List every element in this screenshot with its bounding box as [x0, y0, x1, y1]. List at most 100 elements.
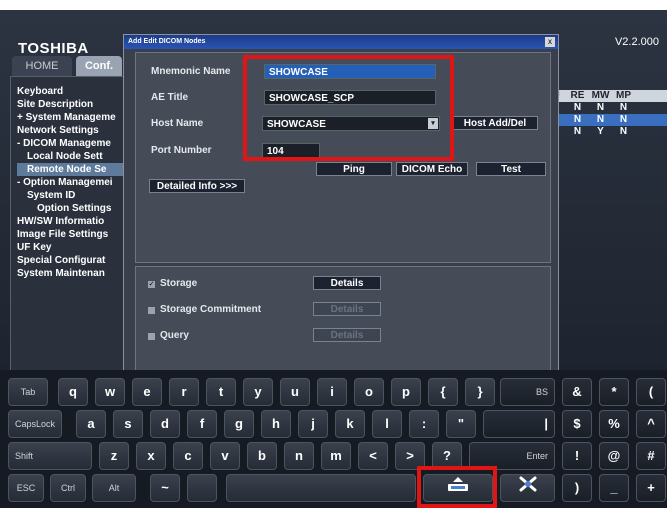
highlight-box — [417, 466, 497, 508]
key-hash[interactable]: # — [636, 442, 666, 470]
tree-item[interactable]: Site Description — [17, 98, 131, 111]
key-u[interactable]: u — [280, 378, 310, 406]
tree-item[interactable]: Image File Settings — [17, 228, 131, 241]
key-right-brace[interactable]: } — [465, 378, 495, 406]
host-add-del-button[interactable]: Host Add/Del — [452, 116, 538, 130]
key-g[interactable]: g — [224, 410, 254, 438]
key-s[interactable]: s — [113, 410, 143, 438]
tree-item[interactable]: Network Settings — [17, 124, 131, 137]
tab-conf[interactable]: Conf. — [76, 56, 122, 76]
key-x[interactable]: x — [136, 442, 166, 470]
tab-home[interactable]: HOME — [12, 56, 72, 76]
key-blank[interactable] — [187, 474, 217, 502]
key-at[interactable]: @ — [599, 442, 629, 470]
key-tab[interactable]: Tab — [8, 378, 48, 406]
tree-item[interactable]: Option Settings — [17, 202, 131, 215]
key-e[interactable]: e — [132, 378, 162, 406]
tree-item[interactable]: HW/SW Informatio — [17, 215, 131, 228]
tree-item[interactable]: - DICOM Manageme — [17, 137, 131, 150]
key-j[interactable]: j — [298, 410, 328, 438]
key-caret[interactable]: ^ — [636, 410, 666, 438]
key-q[interactable]: q — [58, 378, 88, 406]
key-plus[interactable]: + — [636, 474, 666, 502]
key-k[interactable]: k — [335, 410, 365, 438]
ping-button[interactable]: Ping — [316, 162, 392, 176]
key-f[interactable]: f — [187, 410, 217, 438]
key-close-keyboard[interactable] — [500, 474, 555, 502]
key-ctrl[interactable]: Ctrl — [50, 474, 86, 502]
key-exclamation[interactable]: ! — [562, 442, 592, 470]
key-dollar[interactable]: $ — [562, 410, 592, 438]
key-asterisk[interactable]: * — [599, 378, 629, 406]
tree-item[interactable]: System ID — [17, 189, 131, 202]
key-shift[interactable]: Shift — [8, 442, 92, 470]
key-tilde[interactable]: ~ — [150, 474, 180, 502]
tree-item[interactable]: System Maintenan — [17, 267, 131, 280]
key-right-paren[interactable]: ) — [562, 474, 592, 502]
key-backspace[interactable]: BS — [500, 378, 555, 406]
key-t[interactable]: t — [206, 378, 236, 406]
key-h[interactable]: h — [261, 410, 291, 438]
key-d[interactable]: d — [150, 410, 180, 438]
column-header: MW — [591, 90, 610, 101]
table-row-selected[interactable]: N N N — [548, 114, 667, 126]
tree-item[interactable]: Special Configurat — [17, 254, 131, 267]
query-checkbox[interactable] — [148, 333, 155, 340]
storage-label: Storage — [160, 278, 198, 289]
key-a[interactable]: a — [76, 410, 106, 438]
key-p[interactable]: p — [391, 378, 421, 406]
mnemonic-label: Mnemonic Name — [151, 66, 231, 77]
storage-checkbox[interactable]: ✓ — [148, 281, 155, 288]
key-alt[interactable]: Alt — [92, 474, 136, 502]
key-b[interactable]: b — [247, 442, 277, 470]
key-colon[interactable]: : — [409, 410, 439, 438]
key-z[interactable]: z — [99, 442, 129, 470]
key-r[interactable]: r — [169, 378, 199, 406]
tree-item[interactable]: Local Node Sett — [17, 150, 131, 163]
key-capslock[interactable]: CapsLock — [8, 410, 62, 438]
key-left-paren[interactable]: ( — [636, 378, 666, 406]
key-c[interactable]: c — [173, 442, 203, 470]
close-icon[interactable]: x — [545, 37, 555, 47]
storage-commitment-details-button[interactable]: Details — [313, 302, 381, 316]
query-details-button[interactable]: Details — [313, 328, 381, 342]
key-o[interactable]: o — [354, 378, 384, 406]
tree-item[interactable]: + System Manageme — [17, 111, 131, 124]
tree-item[interactable]: UF Key — [17, 241, 131, 254]
test-button[interactable]: Test — [476, 162, 546, 176]
key-m[interactable]: m — [321, 442, 351, 470]
tree-item[interactable]: Keyboard — [17, 85, 131, 98]
key-v[interactable]: v — [210, 442, 240, 470]
table-cell: N — [619, 102, 628, 113]
tree-item[interactable]: - Option Managemei — [17, 176, 131, 189]
dicom-echo-button[interactable]: DICOM Echo — [396, 162, 468, 176]
settings-tree-panel: Keyboard Site Description + System Managem… — [10, 76, 132, 372]
table-cell: Y — [597, 126, 604, 137]
key-i[interactable]: i — [317, 378, 347, 406]
version-label: V2.2.000 — [614, 36, 659, 48]
key-percent[interactable]: % — [599, 410, 629, 438]
storage-commitment-checkbox[interactable] — [148, 307, 155, 314]
key-n[interactable]: n — [284, 442, 314, 470]
close-keyboard-icon — [519, 476, 536, 492]
key-esc[interactable]: ESC — [8, 474, 44, 502]
key-pipe[interactable]: | — [483, 410, 555, 438]
top-strip — [0, 0, 667, 10]
key-space[interactable] — [226, 474, 416, 502]
key-left-brace[interactable]: { — [428, 378, 458, 406]
tree-item-selected[interactable]: Remote Node Se — [17, 163, 131, 176]
key-underscore[interactable]: _ — [599, 474, 629, 502]
table-cell: N — [573, 126, 582, 137]
detailed-info-button[interactable]: Detailed Info >>> — [149, 179, 245, 193]
table-cell: N — [573, 114, 582, 125]
key-ampersand[interactable]: & — [562, 378, 592, 406]
key-y[interactable]: y — [243, 378, 273, 406]
table-row[interactable]: N Y N — [548, 126, 667, 138]
key-l[interactable]: l — [372, 410, 402, 438]
key-less-than[interactable]: < — [358, 442, 388, 470]
storage-details-button[interactable]: Details — [313, 276, 381, 290]
key-quote[interactable]: " — [446, 410, 476, 438]
table-cell: N — [596, 102, 605, 113]
table-row[interactable]: N N N — [548, 102, 667, 114]
key-w[interactable]: w — [95, 378, 125, 406]
